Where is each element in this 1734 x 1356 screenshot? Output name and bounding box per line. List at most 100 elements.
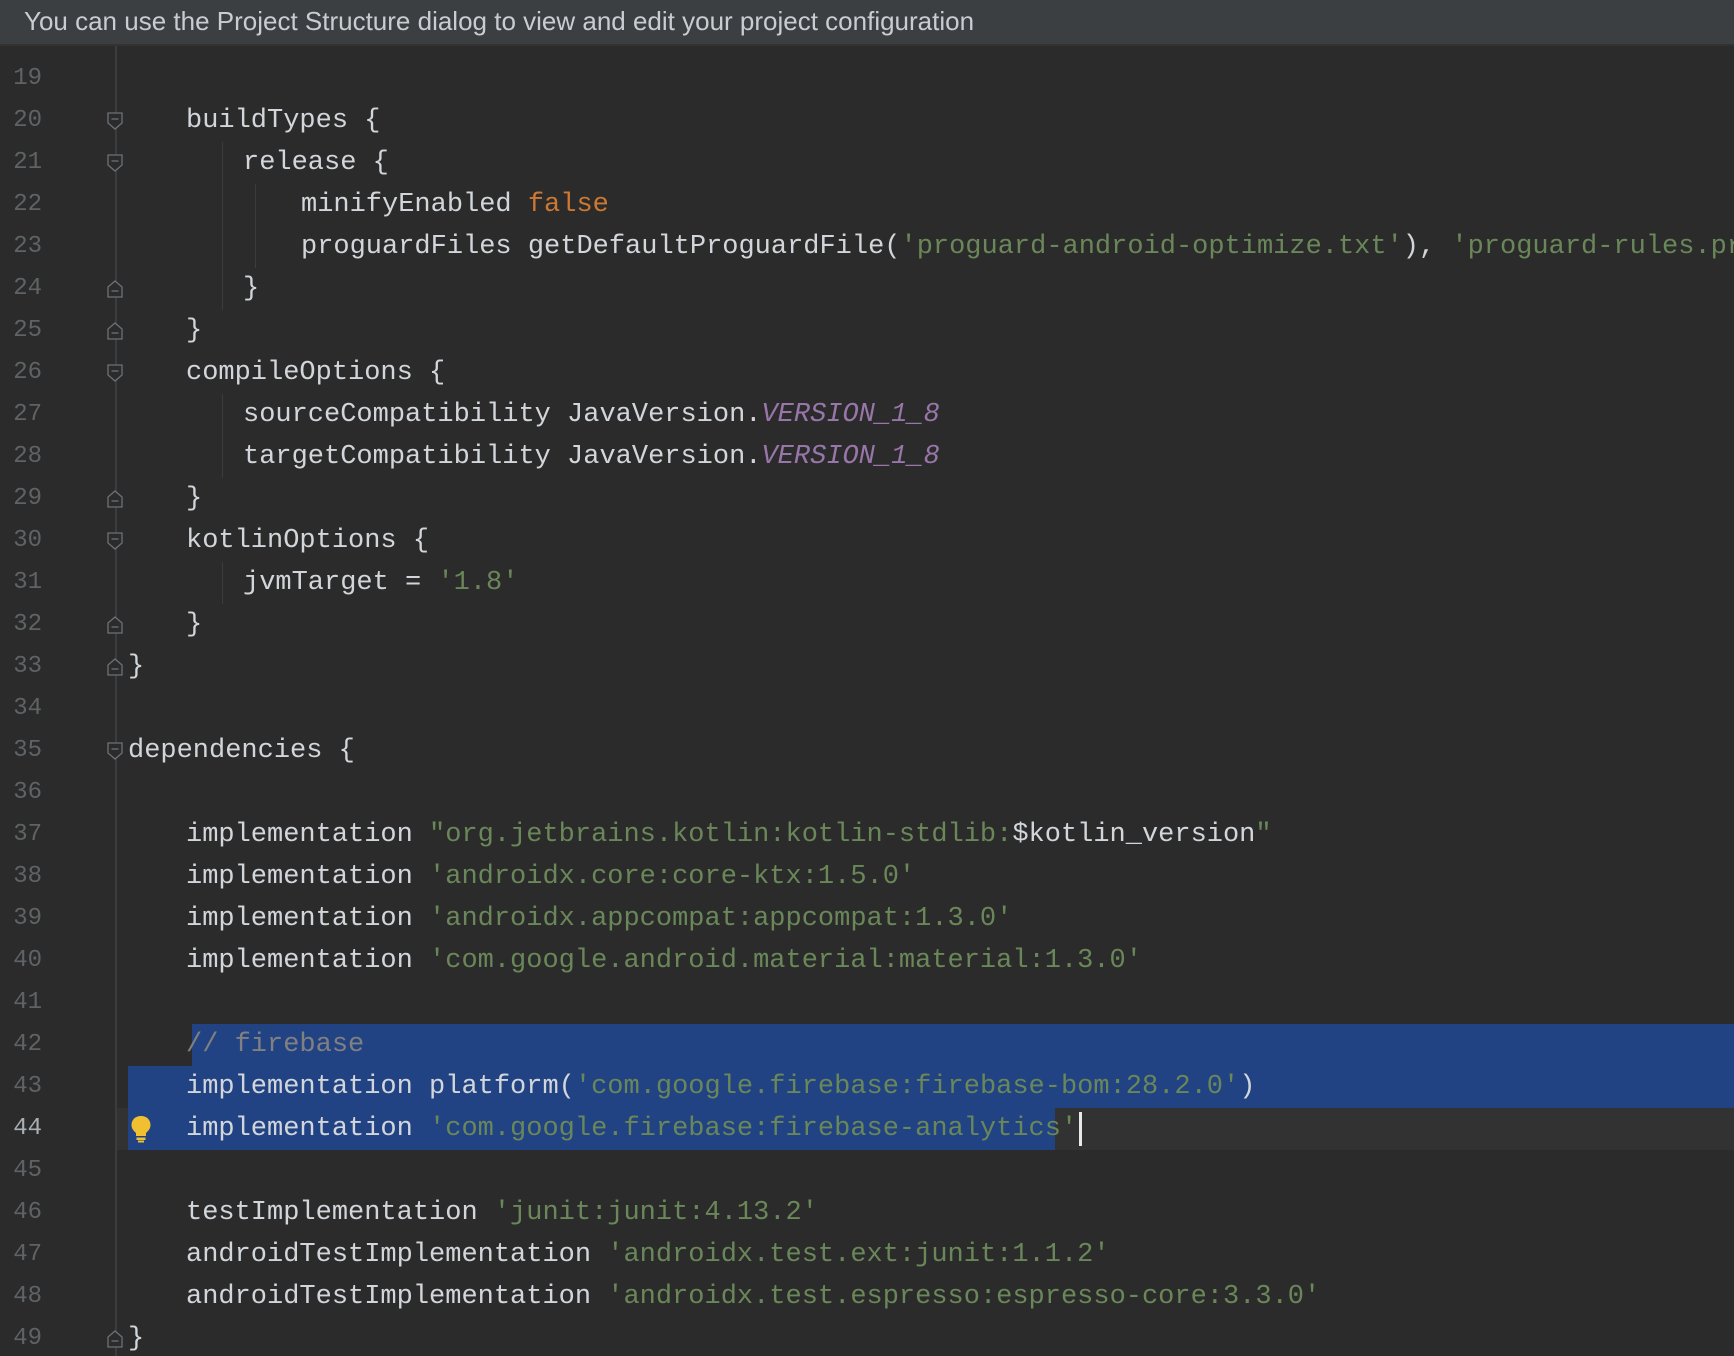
code-line[interactable]: 36: [0, 772, 1734, 814]
line-number: 36: [13, 779, 42, 806]
fold-collapse-icon[interactable]: [107, 112, 123, 130]
code-text: buildTypes {: [186, 100, 380, 142]
fold-collapse-icon[interactable]: [107, 364, 123, 382]
line-number: 39: [13, 905, 42, 932]
text-caret: [1079, 1112, 1082, 1146]
token: implementation: [186, 1114, 430, 1144]
token-str: "org.jetbrains.kotlin:kotlin-stdlib:: [429, 820, 1013, 850]
line-number: 27: [13, 401, 42, 428]
code-line[interactable]: 38 implementation 'androidx.core:core-ktx…: [0, 856, 1734, 898]
token: androidTestImplementation: [186, 1282, 608, 1312]
code-line[interactable]: 40 implementation 'com.google.android.mat…: [0, 940, 1734, 982]
fold-end-icon[interactable]: [107, 280, 123, 298]
code-line[interactable]: 39 implementation 'androidx.appcompat:app…: [0, 898, 1734, 940]
code-text: minifyEnabled false: [301, 184, 609, 226]
token: implementation: [186, 820, 430, 850]
token: }: [186, 484, 203, 514]
line-number: 23: [13, 233, 42, 260]
code-line[interactable]: 48 androidTestImplementation 'androidx.te…: [0, 1276, 1734, 1318]
code-line[interactable]: 31 jvmTarget = '1.8': [0, 562, 1734, 604]
code-line[interactable]: 30 kotlinOptions {: [0, 520, 1734, 562]
token: minifyEnabled: [301, 190, 528, 220]
token-str: '1.8': [437, 568, 519, 598]
code-text: }: [128, 1318, 144, 1356]
token-str: 'com.google.firebase:firebase-analytics': [429, 1114, 1078, 1144]
line-number: 43: [13, 1073, 42, 1100]
fold-end-icon[interactable]: [107, 658, 123, 676]
code-line[interactable]: 49}: [0, 1318, 1734, 1356]
token: jvmTarget =: [243, 568, 438, 598]
line-number: 21: [13, 149, 42, 176]
code-line[interactable]: 19: [0, 58, 1734, 100]
token-str: 'junit:junit:4.13.2': [493, 1198, 818, 1228]
code-line[interactable]: 34: [0, 688, 1734, 730]
code-line[interactable]: 41: [0, 982, 1734, 1024]
fold-end-icon[interactable]: [107, 616, 123, 634]
code-line[interactable]: 46 testImplementation 'junit:junit:4.13.2…: [0, 1192, 1734, 1234]
line-number: 34: [13, 695, 42, 722]
line-number: 26: [13, 359, 42, 386]
line-number: 28: [13, 443, 42, 470]
line-number: 20: [13, 107, 42, 134]
token-str: 'androidx.test.espresso:espresso-core:3.…: [607, 1282, 1321, 1312]
code-line[interactable]: 35 dependencies {: [0, 730, 1734, 772]
code-line[interactable]: 20 buildTypes {: [0, 100, 1734, 142]
code-line[interactable]: 26 compileOptions {: [0, 352, 1734, 394]
fold-end-icon[interactable]: [107, 490, 123, 508]
token: implementation: [186, 904, 430, 934]
line-number: 31: [13, 569, 42, 596]
code-line[interactable]: 33}: [0, 646, 1734, 688]
code-line[interactable]: 28 targetCompatibility JavaVersion.VERSIO…: [0, 436, 1734, 478]
fold-collapse-icon[interactable]: [107, 532, 123, 550]
token: targetCompatibility JavaVersion.: [243, 442, 762, 472]
token-str: ": [1255, 820, 1272, 850]
code-line[interactable]: 47 androidTestImplementation 'androidx.te…: [0, 1234, 1734, 1276]
lightbulb-icon[interactable]: [130, 1115, 152, 1143]
code-text: }: [186, 310, 202, 352]
token: testImplementation: [186, 1198, 494, 1228]
code-line[interactable]: 44 implementation 'com.google.firebase:fi…: [0, 1108, 1734, 1150]
token: $kotlin_version: [1012, 820, 1256, 850]
code-line[interactable]: 24}: [0, 268, 1734, 310]
token: implementation: [186, 946, 430, 976]
fold-collapse-icon[interactable]: [107, 154, 123, 172]
fold-collapse-icon[interactable]: [107, 742, 123, 760]
code-line[interactable]: 25}: [0, 310, 1734, 352]
line-number: 48: [13, 1283, 42, 1310]
token: kotlinOptions {: [186, 526, 430, 556]
code-line[interactable]: 22 minifyEnabled false: [0, 184, 1734, 226]
code-line[interactable]: 21 release {: [0, 142, 1734, 184]
code-text: }: [186, 604, 202, 646]
code-text: androidTestImplementation 'androidx.test…: [186, 1276, 1320, 1318]
token: ): [1239, 1072, 1256, 1102]
line-number: 45: [13, 1157, 42, 1184]
token-str: 'proguard-android-optimize.txt': [900, 232, 1403, 262]
line-number: 19: [13, 65, 42, 92]
token: release {: [243, 148, 389, 178]
token: implementation platform(: [186, 1072, 575, 1102]
line-number: 25: [13, 317, 42, 344]
code-line[interactable]: 37 implementation "org.jetbrains.kotlin:k…: [0, 814, 1734, 856]
token: sourceCompatibility JavaVersion.: [243, 400, 762, 430]
fold-end-icon[interactable]: [107, 1330, 123, 1348]
line-number: 29: [13, 485, 42, 512]
token: }: [128, 1324, 145, 1354]
code-line[interactable]: 32}: [0, 604, 1734, 646]
line-number: 42: [13, 1031, 42, 1058]
token-str: 'proguard-rules.pr: [1451, 232, 1734, 262]
code-text: implementation 'com.google.android.mater…: [186, 940, 1142, 982]
code-text: implementation "org.jetbrains.kotlin:kot…: [186, 814, 1272, 856]
token-kw-orange: false: [527, 190, 609, 220]
code-line[interactable]: 42 // firebase: [0, 1024, 1734, 1066]
code-editor[interactable]: 19 20 buildTypes { 21 release { 22 minifyEnabl…: [0, 46, 1734, 1356]
code-line[interactable]: 29}: [0, 478, 1734, 520]
code-text: implementation 'androidx.appcompat:appco…: [186, 898, 1012, 940]
code-text: targetCompatibility JavaVersion.VERSION_…: [243, 436, 940, 478]
code-line[interactable]: 27 sourceCompatibility JavaVersion.VERSIO…: [0, 394, 1734, 436]
code-line[interactable]: 43 implementation platform('com.google.fi…: [0, 1066, 1734, 1108]
token: ),: [1402, 232, 1452, 262]
code-line[interactable]: 45: [0, 1150, 1734, 1192]
line-number: 40: [13, 947, 42, 974]
fold-end-icon[interactable]: [107, 322, 123, 340]
code-line[interactable]: 23 proguardFiles getDefaultProguardFile('…: [0, 226, 1734, 268]
